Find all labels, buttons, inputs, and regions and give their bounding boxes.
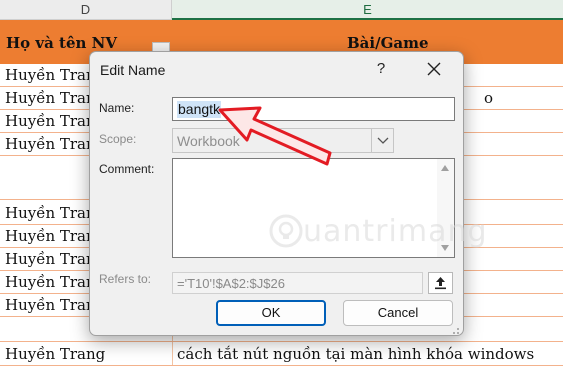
close-icon[interactable] — [423, 58, 445, 80]
name-value: bangtk — [177, 101, 222, 118]
refers-to-label: Refers to: — [99, 272, 152, 286]
cell-d[interactable]: Huyền Trang — [5, 343, 105, 365]
cell-e[interactable]: cách tắt nút nguồn tại màn hình khóa win… — [177, 343, 534, 365]
scroll-up-icon[interactable] — [441, 165, 449, 171]
name-label: Name: — [99, 101, 135, 115]
collapse-dialog-button[interactable] — [428, 272, 453, 294]
edit-name-dialog: Edit Name ? Name: bangtk Scope: Workbook… — [89, 51, 464, 336]
scope-select[interactable]: Workbook — [172, 128, 394, 153]
scope-value: Workbook — [177, 133, 240, 149]
refers-to-input[interactable]: ='T10'!$A$2:$J$26 — [172, 272, 423, 294]
ok-button[interactable]: OK — [216, 300, 326, 326]
scope-label: Scope: — [99, 132, 137, 146]
table-row[interactable]: Huyền Trang cách tắt nút nguồn tại màn h… — [0, 343, 563, 366]
name-input[interactable]: bangtk — [172, 97, 455, 121]
upload-arrow-icon — [435, 277, 446, 290]
column-header-e[interactable]: E — [172, 0, 563, 20]
comment-textarea[interactable] — [172, 158, 455, 258]
comment-label: Comment: — [99, 162, 155, 176]
cancel-button[interactable]: Cancel — [343, 300, 453, 326]
chevron-down-icon[interactable] — [371, 129, 393, 152]
help-button[interactable]: ? — [371, 58, 391, 80]
comment-scrollbar[interactable] — [437, 159, 454, 257]
cell-e[interactable]: o — [484, 87, 493, 109]
scroll-down-icon[interactable] — [441, 245, 449, 251]
column-header-d[interactable]: D — [0, 0, 172, 20]
resize-grip-icon[interactable] — [450, 322, 460, 334]
dialog-title: Edit Name — [100, 62, 166, 78]
refers-to-value: ='T10'!$A$2:$J$26 — [177, 276, 285, 291]
